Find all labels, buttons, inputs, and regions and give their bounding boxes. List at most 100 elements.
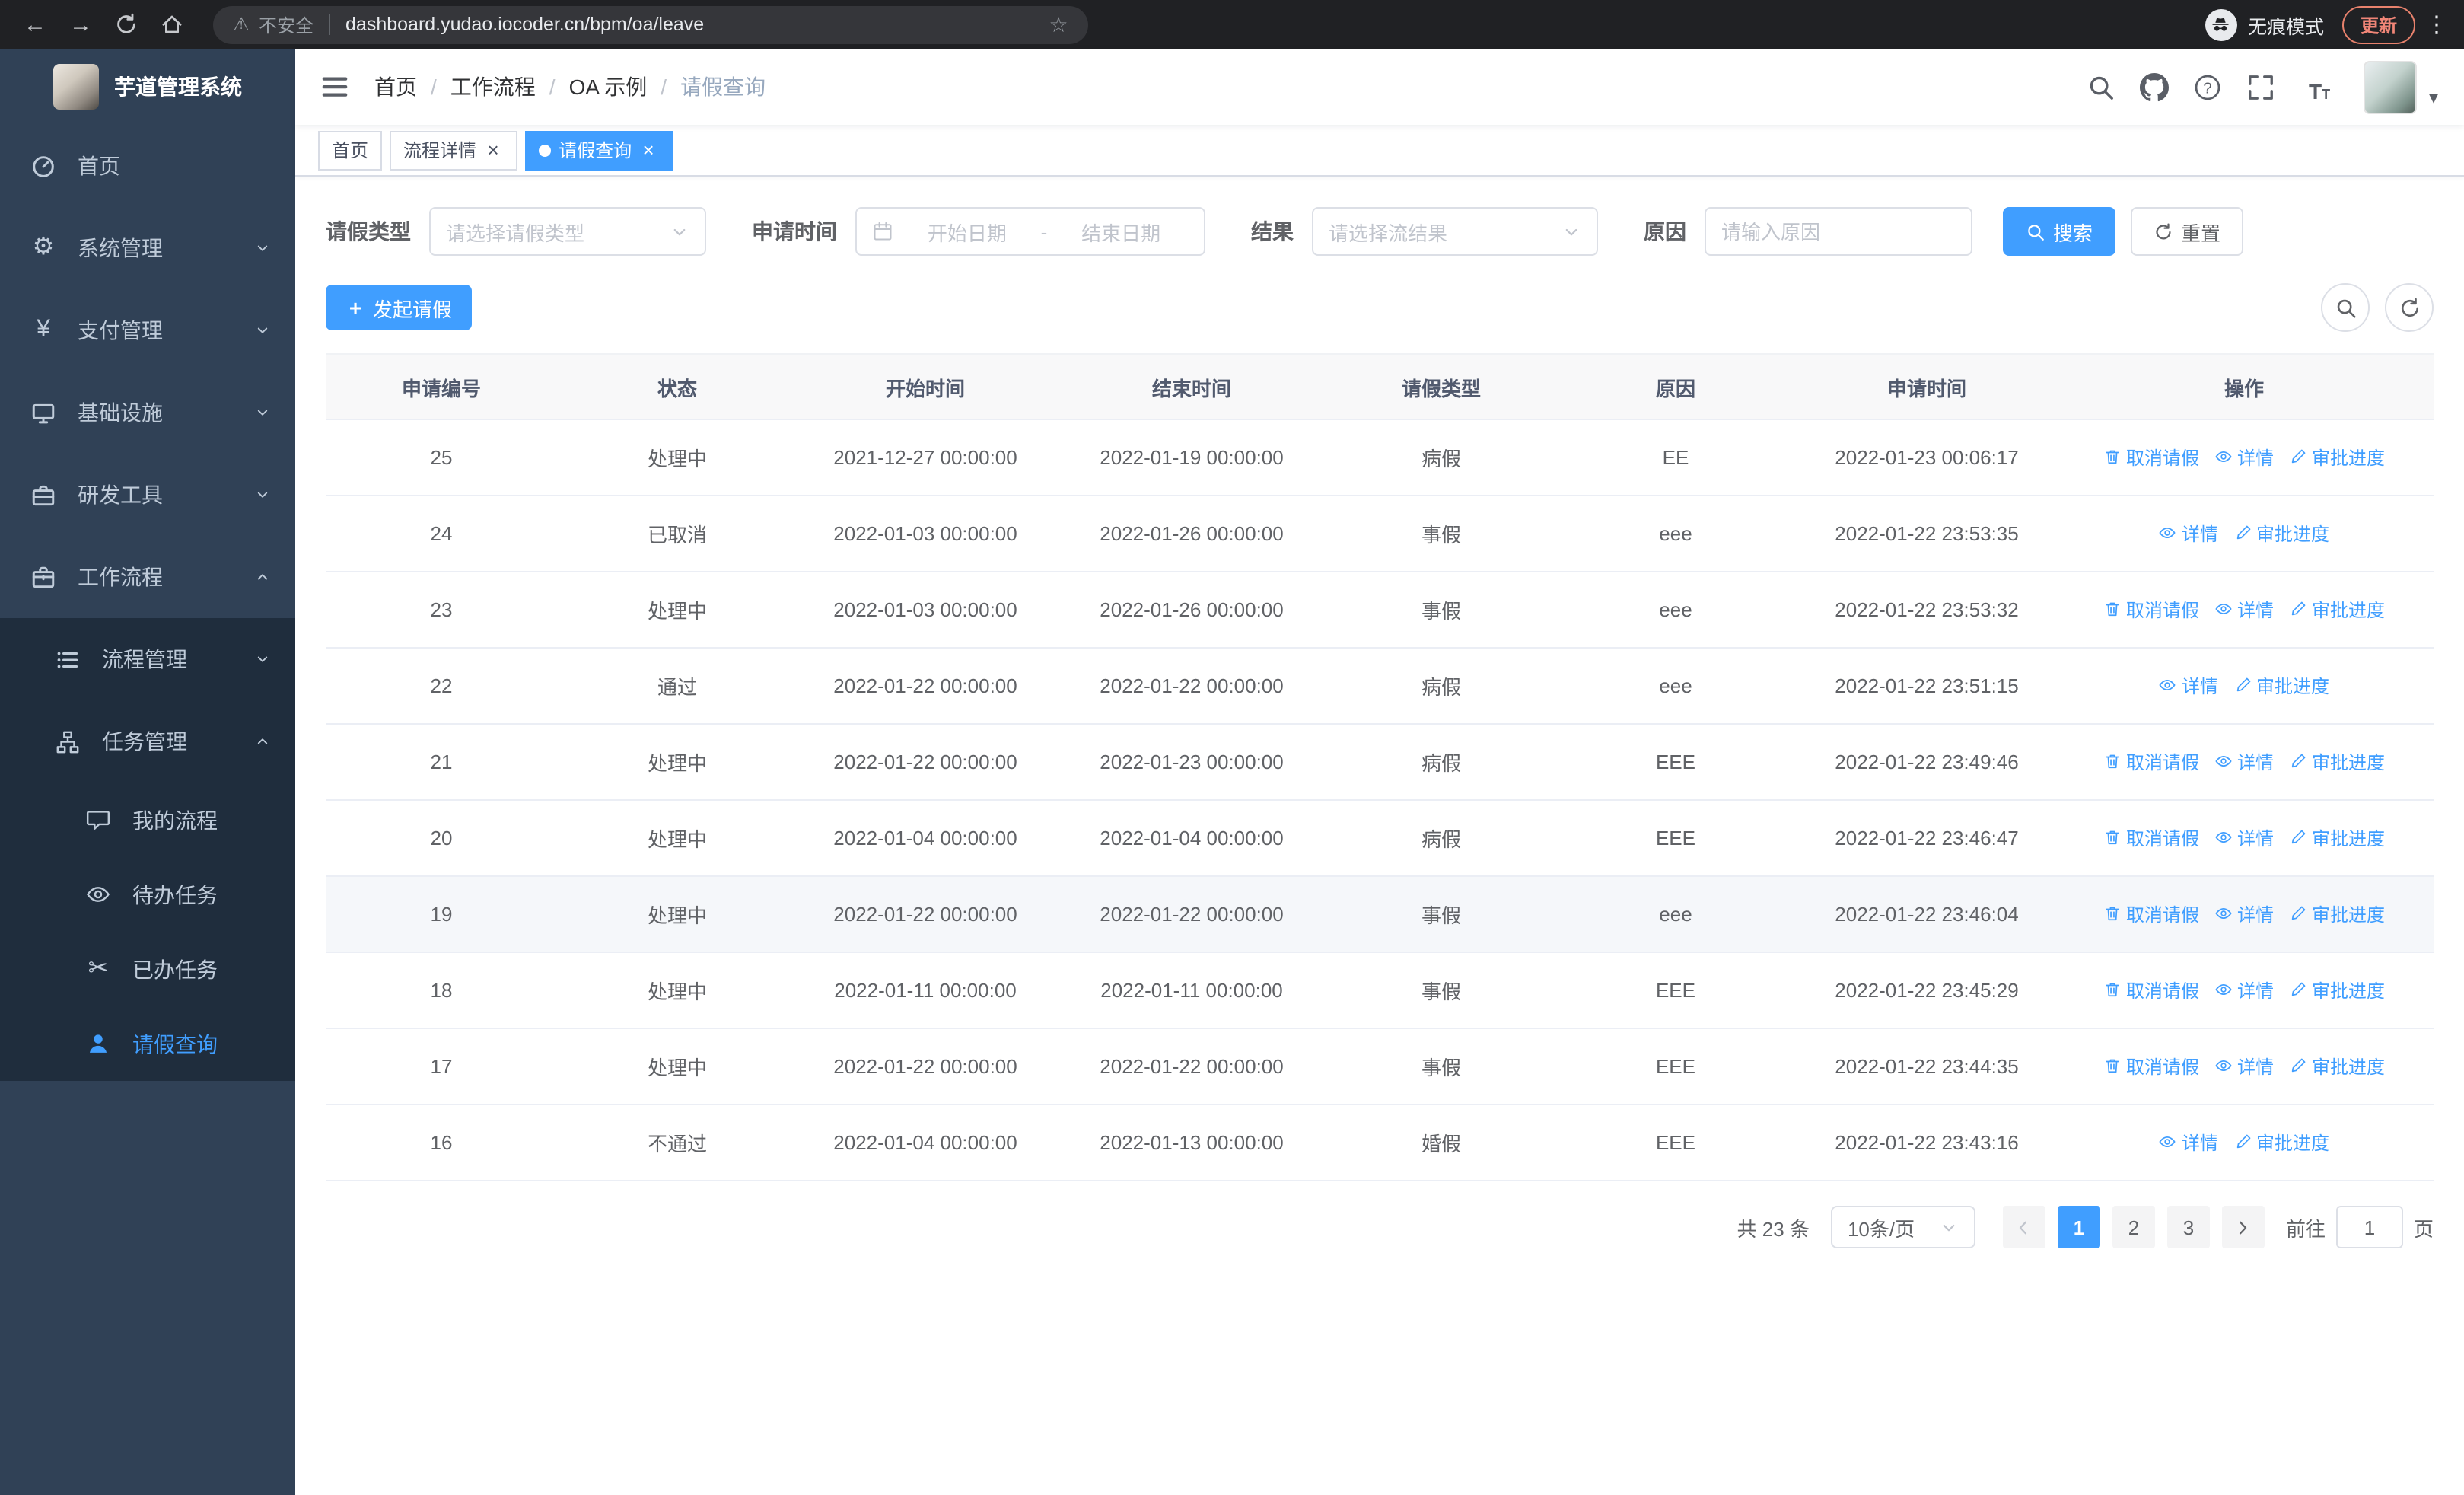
row-action-detail[interactable]: 详情 bbox=[2159, 521, 2218, 547]
tab-process-detail[interactable]: 流程详情 × bbox=[390, 130, 518, 170]
user-avatar[interactable] bbox=[2364, 60, 2417, 113]
browser-menu-icon[interactable]: ⋮ bbox=[2424, 9, 2449, 40]
bookmark-star-icon[interactable]: ☆ bbox=[1047, 13, 1070, 36]
browser-home-icon[interactable] bbox=[152, 5, 192, 44]
browser-reload-icon[interactable] bbox=[107, 5, 146, 44]
row-action-progress[interactable]: 审批进度 bbox=[2289, 977, 2385, 1003]
row-action-progress[interactable]: 审批进度 bbox=[2289, 825, 2385, 851]
chevron-down-icon bbox=[1561, 222, 1581, 241]
sidebar-item-system[interactable]: ⚙ 系统管理 bbox=[0, 207, 295, 289]
row-action-progress[interactable]: 审批进度 bbox=[2289, 445, 2385, 470]
sidebar-item-process-mgmt[interactable]: 流程管理 bbox=[0, 618, 295, 700]
refresh-table-button[interactable] bbox=[2385, 283, 2434, 332]
sidebar-item-my-process[interactable]: 我的流程 bbox=[0, 783, 295, 857]
reset-button[interactable]: 重置 bbox=[2131, 207, 2244, 256]
sidebar-item-infrastructure[interactable]: 基础设施 bbox=[0, 371, 295, 454]
page-button-2[interactable]: 2 bbox=[2112, 1206, 2155, 1248]
leave-type-select[interactable]: 请选择请假类型 bbox=[429, 207, 706, 256]
sidebar-item-label: 请假查询 bbox=[132, 1031, 218, 1056]
security-label: 不安全 bbox=[259, 14, 314, 36]
row-action-detail[interactable]: 详情 bbox=[2214, 1054, 2274, 1079]
filter-form: 请假类型 请选择请假类型 申请时间 开始日期 - 结束日期 结果 请选择流结果 … bbox=[326, 207, 2434, 256]
page-button-3[interactable]: 3 bbox=[2166, 1206, 2210, 1248]
sidebar-item-task-mgmt[interactable]: 任务管理 bbox=[0, 700, 295, 783]
row-action-detail[interactable]: 详情 bbox=[2214, 977, 2274, 1003]
update-button[interactable]: 更新 bbox=[2341, 5, 2415, 43]
sidebar-item-home[interactable]: 首页 bbox=[0, 125, 295, 207]
create-leave-button[interactable]: + 发起请假 bbox=[326, 285, 473, 330]
row-action-cancel[interactable]: 取消请假 bbox=[2103, 901, 2199, 927]
row-action-progress[interactable]: 审批进度 bbox=[2233, 1130, 2329, 1156]
font-size-icon[interactable]: TT bbox=[2300, 72, 2339, 101]
table-row: 25 处理中 2021-12-27 00:00:00 2022-01-19 00… bbox=[326, 419, 2434, 496]
cell-status: 不通过 bbox=[557, 1105, 797, 1181]
row-action-cancel[interactable]: 取消请假 bbox=[2103, 597, 2199, 623]
browser-forward-icon[interactable]: → bbox=[61, 5, 100, 44]
sidebar-item-workflow[interactable]: 工作流程 bbox=[0, 536, 295, 618]
row-action-progress[interactable]: 审批进度 bbox=[2233, 521, 2329, 547]
toggle-search-button[interactable] bbox=[2321, 283, 2370, 332]
row-action-progress[interactable]: 审批进度 bbox=[2289, 597, 2385, 623]
sidebar-item-payment[interactable]: ¥ 支付管理 bbox=[0, 289, 295, 371]
row-action-progress[interactable]: 审批进度 bbox=[2233, 673, 2329, 699]
table-toolbar: + 发起请假 bbox=[326, 283, 2434, 332]
apply-time-label: 申请时间 bbox=[752, 219, 837, 244]
row-action-detail[interactable]: 详情 bbox=[2214, 445, 2274, 470]
row-action-progress[interactable]: 审批进度 bbox=[2289, 901, 2385, 927]
apply-time-range-input[interactable]: 开始日期 - 结束日期 bbox=[855, 207, 1205, 256]
sidebar-item-todo-tasks[interactable]: 待办任务 bbox=[0, 857, 295, 932]
row-action-detail[interactable]: 详情 bbox=[2214, 825, 2274, 851]
close-icon[interactable]: × bbox=[482, 139, 504, 161]
row-action-cancel[interactable]: 取消请假 bbox=[2103, 749, 2199, 775]
prev-page-button[interactable] bbox=[2002, 1206, 2045, 1248]
cell-start-time: 2022-01-22 00:00:00 bbox=[797, 724, 1053, 801]
row-action-cancel[interactable]: 取消请假 bbox=[2103, 825, 2199, 851]
row-action-progress[interactable]: 审批进度 bbox=[2289, 1054, 2385, 1079]
close-icon[interactable]: × bbox=[638, 139, 659, 161]
search-button[interactable]: 搜索 bbox=[2003, 207, 2116, 256]
tab-leave-query[interactable]: 请假查询 × bbox=[525, 130, 673, 170]
row-action-detail[interactable]: 详情 bbox=[2159, 673, 2218, 699]
delete-icon bbox=[2103, 905, 2122, 923]
search-icon[interactable] bbox=[2087, 72, 2115, 101]
help-icon[interactable]: ? bbox=[2193, 72, 2222, 101]
cell-status: 处理中 bbox=[557, 876, 797, 953]
browser-back-icon[interactable]: ← bbox=[15, 5, 55, 44]
sidebar-item-done-tasks[interactable]: ✂ 已办任务 bbox=[0, 932, 295, 1006]
hamburger-icon[interactable] bbox=[320, 72, 350, 102]
col-start-time: 开始时间 bbox=[797, 353, 1053, 420]
breadcrumb-oa-example[interactable]: OA 示例 bbox=[569, 72, 648, 102]
create-leave-label: 发起请假 bbox=[373, 298, 453, 320]
goto-page-input[interactable] bbox=[2335, 1206, 2403, 1248]
cell-status: 通过 bbox=[557, 648, 797, 725]
page-size-select[interactable]: 10条/页 bbox=[1830, 1206, 1975, 1248]
next-page-button[interactable] bbox=[2221, 1206, 2265, 1248]
github-icon[interactable] bbox=[2140, 72, 2169, 101]
cell-leave-type: 病假 bbox=[1330, 724, 1552, 801]
fullscreen-icon[interactable] bbox=[2246, 72, 2275, 101]
page-button-1[interactable]: 1 bbox=[2057, 1206, 2100, 1248]
cell-apply-time: 2022-01-22 23:49:46 bbox=[1799, 724, 2055, 801]
breadcrumb-home[interactable]: 首页 bbox=[374, 72, 417, 102]
row-action-progress[interactable]: 审批进度 bbox=[2289, 749, 2385, 775]
row-action-detail[interactable]: 详情 bbox=[2214, 901, 2274, 927]
reason-input[interactable] bbox=[1705, 207, 1972, 256]
col-apply-time: 申请时间 bbox=[1799, 353, 2055, 420]
app-logo[interactable]: 芋道管理系统 bbox=[0, 49, 295, 125]
sidebar-item-leave-query[interactable]: 请假查询 bbox=[0, 1006, 295, 1081]
result-select[interactable]: 请选择流结果 bbox=[1312, 207, 1598, 256]
tab-home[interactable]: 首页 bbox=[318, 130, 383, 170]
row-action-detail[interactable]: 详情 bbox=[2214, 597, 2274, 623]
row-action-cancel[interactable]: 取消请假 bbox=[2103, 445, 2199, 470]
row-action-detail[interactable]: 详情 bbox=[2214, 749, 2274, 775]
caret-down-icon[interactable]: ▾ bbox=[2424, 88, 2443, 107]
row-action-cancel[interactable]: 取消请假 bbox=[2103, 1054, 2199, 1079]
row-action-detail[interactable]: 详情 bbox=[2159, 1130, 2218, 1156]
cell-end-time: 2022-01-23 00:00:00 bbox=[1053, 724, 1330, 801]
row-action-cancel[interactable]: 取消请假 bbox=[2103, 977, 2199, 1003]
chevron-up-icon bbox=[254, 733, 271, 750]
address-bar[interactable]: ⚠ 不安全 dashboard.yudao.iocoder.cn/bpm/oa/… bbox=[213, 5, 1088, 43]
breadcrumb-workflow[interactable]: 工作流程 bbox=[450, 72, 536, 102]
sidebar-item-devtools[interactable]: 研发工具 bbox=[0, 454, 295, 536]
date-separator: - bbox=[1040, 220, 1048, 243]
